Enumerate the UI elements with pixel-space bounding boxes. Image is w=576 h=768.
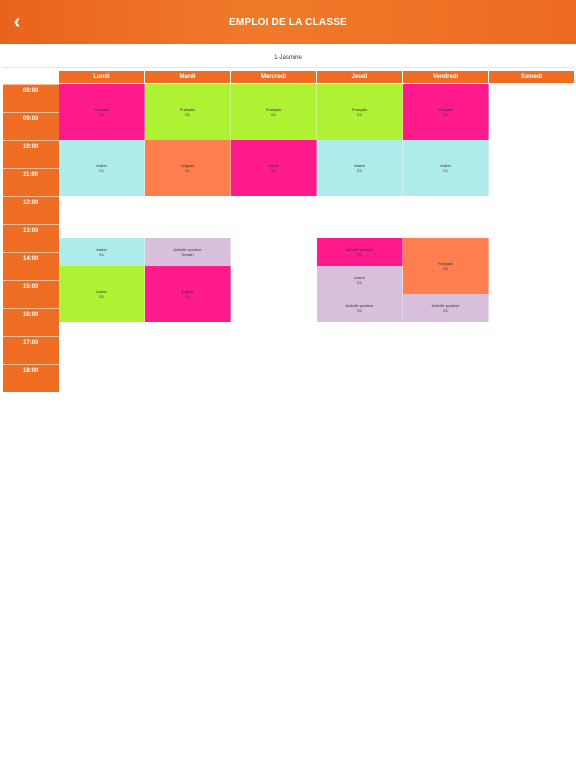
- session-room: S1: [357, 280, 362, 285]
- session-room: S1: [99, 112, 104, 117]
- session-cell[interactable]: Français S1: [403, 84, 489, 140]
- time-slot: 08:00: [3, 84, 59, 112]
- day-header-mardi: Mardi: [145, 71, 231, 83]
- session-room: S1: [271, 168, 276, 173]
- day-header-lundi: Lundi: [59, 71, 145, 83]
- session-cell[interactable]: Arabe S1: [317, 140, 403, 196]
- session-cell[interactable]: Français S1: [231, 84, 317, 140]
- day-header-vendredi: Vendredi: [403, 71, 489, 83]
- session-room: S1: [271, 112, 276, 117]
- session-cell[interactable]: Activité sportive S1: [317, 238, 403, 266]
- session-cell[interactable]: Arabe S1: [59, 238, 145, 266]
- session-cell[interactable]: Français S1: [145, 84, 231, 140]
- session-cell[interactable]: Activité sportive S1: [317, 294, 403, 322]
- session-cell[interactable]: Arabe S1: [59, 266, 145, 322]
- session-room: S1: [357, 308, 362, 313]
- class-name: 1-Jasmine: [2, 49, 574, 68]
- session-room: S1: [99, 168, 104, 173]
- time-slot: 15:00: [3, 280, 59, 308]
- session-cell[interactable]: Français S1: [403, 238, 489, 294]
- session-room: S1: [185, 168, 190, 173]
- time-slot: 17:00: [3, 336, 59, 364]
- session-room: S1: [443, 168, 448, 173]
- session-cell[interactable]: Français S1: [59, 84, 145, 140]
- day-header-samedi: Samedi: [489, 71, 574, 83]
- session-cell[interactable]: Anglais S1: [145, 266, 231, 322]
- session-cell[interactable]: Français S1: [317, 84, 403, 140]
- time-slot: 13:00: [3, 224, 59, 252]
- day-header-jeudi: Jeudi: [317, 71, 403, 83]
- time-slot: 10:00: [3, 140, 59, 168]
- session-cell[interactable]: Arabe S1: [403, 140, 489, 196]
- time-slot: 14:00: [3, 252, 59, 280]
- back-arrow-icon[interactable]: ‹: [8, 12, 26, 32]
- session-cell[interactable]: Arabe S1: [59, 140, 145, 196]
- session-cell[interactable]: Arabe S1: [231, 140, 317, 196]
- page-title: EMPLOI DE LA CLASSE: [229, 16, 347, 28]
- session-room: S1: [99, 294, 104, 299]
- session-room: S1: [357, 168, 362, 173]
- time-slot: 18:00: [3, 364, 59, 392]
- session-room: S1: [357, 112, 362, 117]
- session-room: S1: [185, 294, 190, 299]
- session-room: Terrain: [181, 252, 194, 257]
- time-slot: 12:00: [3, 196, 59, 224]
- app-header: ‹ EMPLOI DE LA CLASSE: [0, 0, 576, 44]
- session-cell[interactable]: Arabe S1: [317, 266, 403, 294]
- session-room: S1: [443, 266, 448, 271]
- time-slot: 09:00: [3, 112, 59, 140]
- session-room: S1: [185, 112, 190, 117]
- time-slot: 16:00: [3, 308, 59, 336]
- session-cell[interactable]: Activité sportive S1: [403, 294, 489, 322]
- session-room: S1: [99, 252, 104, 257]
- session-cell[interactable]: Activité sportive Terrain: [145, 238, 231, 266]
- session-cell[interactable]: Anglais S1: [145, 140, 231, 196]
- session-room: S1: [357, 252, 362, 257]
- session-room: S1: [443, 308, 448, 313]
- day-header-mercredi: Mercredi: [231, 71, 317, 83]
- time-slot: 11:00: [3, 168, 59, 196]
- session-room: S1: [443, 112, 448, 117]
